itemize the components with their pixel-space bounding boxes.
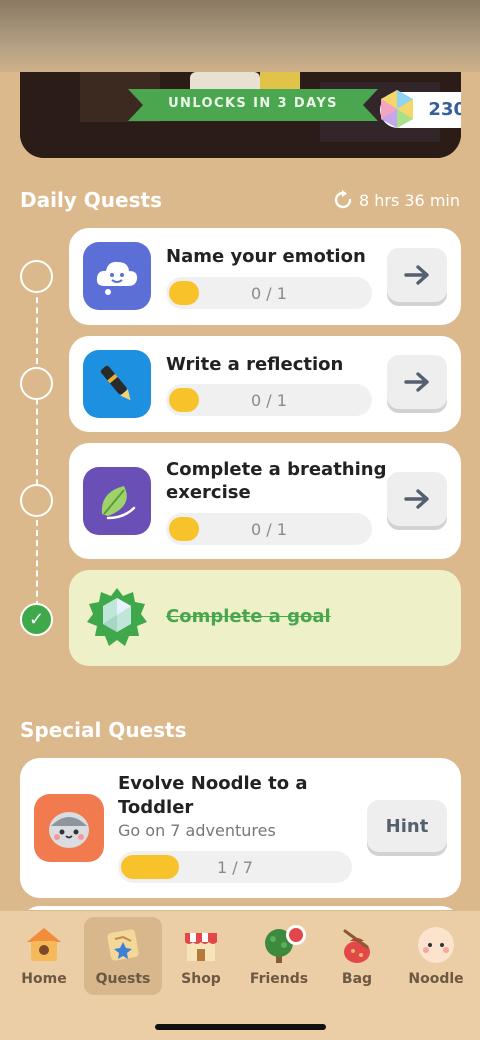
quest-progress: 0 / 1 (166, 513, 372, 545)
quest-card-write-reflection[interactable]: Write a reflection 0 / 1 (69, 336, 461, 432)
gem-icon (381, 90, 413, 128)
progress-text: 1 / 7 (217, 858, 253, 877)
shop-icon (185, 933, 217, 961)
noodle-face-icon (418, 927, 454, 963)
quest-progress: 0 / 1 (166, 277, 372, 309)
quest-map-icon (107, 929, 139, 961)
pen-icon (83, 350, 151, 418)
quest-title: Complete a breathing exercise (166, 458, 387, 504)
bag-icon (343, 929, 370, 963)
special-quest-title-line1: Evolve Noodle to a (118, 773, 308, 794)
quest-title-line2: exercise (166, 482, 251, 503)
daily-quests-title: Daily Quests (20, 188, 162, 212)
special-quest-card[interactable]: Evolve Noodle to a Toddler Go on 7 adven… (20, 758, 461, 898)
notification-badge (286, 925, 306, 945)
special-quest-title: Evolve Noodle to a Toddler (118, 772, 368, 820)
timeline-dot (20, 260, 53, 293)
bottom-tab-bar: Home Quests Shop Friends Bag Noodle (0, 910, 480, 1040)
special-quest-title-line2: Toddler (118, 797, 194, 818)
quest-card-breathing[interactable]: Complete a breathing exercise 0 / 1 (69, 443, 461, 559)
tab-home[interactable]: Home (5, 917, 83, 995)
tab-noodle[interactable]: Noodle (397, 917, 475, 995)
refresh-icon (334, 190, 352, 209)
timeline-dot (20, 484, 53, 517)
tab-label: Bag (341, 971, 373, 987)
timer-text: 8 hrs 36 min (358, 190, 460, 210)
tab-friends[interactable]: Friends (240, 917, 318, 995)
quest-progress: 0 / 1 (166, 384, 372, 416)
progress-text: 0 / 1 (251, 284, 287, 303)
cloud-face-icon (83, 242, 151, 310)
status-bar-area (0, 0, 480, 72)
quest-card-complete-goal[interactable]: Complete a goal (69, 570, 461, 666)
quest-title-line1: Complete a breathing (166, 459, 387, 480)
special-quests-title: Special Quests (20, 718, 187, 742)
unlock-text: UNLOCKS IN 3 DAYS (168, 96, 338, 111)
gem-seal-icon (87, 588, 147, 646)
go-button[interactable] (387, 355, 447, 409)
tab-label: Home (21, 971, 67, 987)
progress-text: 0 / 1 (251, 520, 287, 539)
pet-banner[interactable]: UNLOCKS IN 3 DAYS 230 (20, 72, 461, 158)
birdhouse-icon (27, 928, 61, 961)
arrow-right-icon (404, 372, 429, 392)
tab-shop[interactable]: Shop (162, 917, 240, 995)
quest-card-name-emotion[interactable]: Name your emotion 0 / 1 (69, 228, 461, 325)
home-indicator (155, 1024, 326, 1030)
arrow-right-icon (404, 265, 429, 285)
tab-bag[interactable]: Bag (318, 917, 396, 995)
tab-label: Noodle (408, 971, 464, 987)
gem-count: 230 (428, 99, 461, 120)
tab-label: Shop (181, 971, 221, 987)
gem-counter[interactable]: 230 (380, 90, 461, 128)
special-quest-progress: 1 / 7 (118, 851, 352, 883)
quest-timer: 8 hrs 36 min (333, 190, 460, 210)
leaf-icon (83, 467, 151, 535)
noodle-avatar (34, 794, 104, 862)
quest-title: Write a reflection (166, 354, 344, 375)
go-button[interactable] (387, 248, 447, 302)
tab-label: Quests (95, 971, 151, 987)
timeline-check: ✓ (20, 603, 53, 636)
quest-title: Name your emotion (166, 246, 366, 267)
completed-quest-title: Complete a goal (166, 606, 331, 627)
tab-label: Friends (249, 971, 309, 987)
special-quest-subtitle: Go on 7 adventures (118, 821, 276, 840)
unlock-ribbon: UNLOCKS IN 3 DAYS (128, 89, 378, 121)
progress-text: 0 / 1 (251, 391, 287, 410)
go-button[interactable] (387, 472, 447, 526)
tab-quests[interactable]: Quests (84, 917, 162, 995)
hint-button[interactable]: Hint (367, 800, 447, 852)
timeline-line (36, 277, 38, 617)
timeline-dot (20, 367, 53, 400)
arrow-right-icon (404, 489, 429, 509)
